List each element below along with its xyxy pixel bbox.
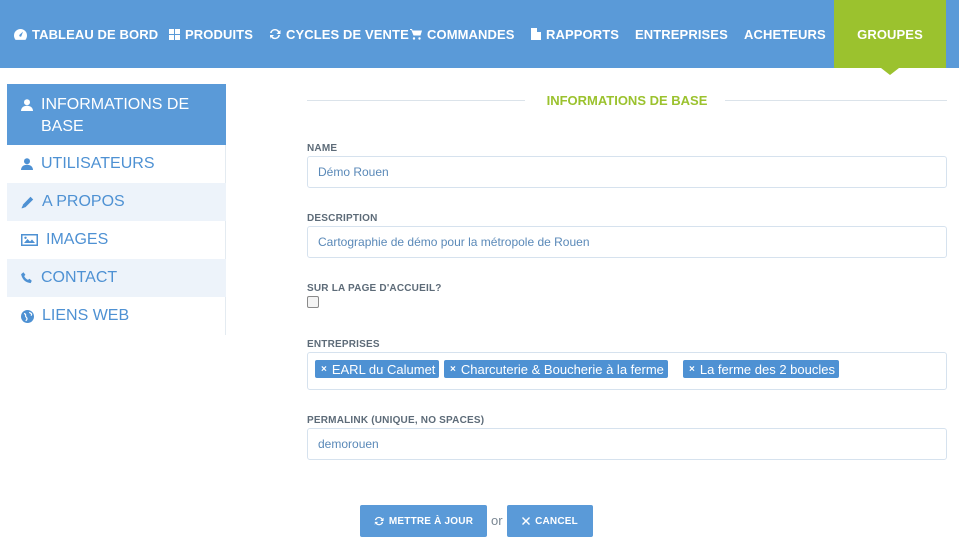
nav-item-label: PRODUITS — [185, 26, 253, 42]
homepage-checkbox[interactable] — [307, 296, 319, 308]
nav-item-orders[interactable]: COMMANDES — [410, 0, 515, 68]
grid-icon — [169, 28, 180, 40]
company-tag-label: EARL du Calumet — [331, 361, 436, 377]
pencil-icon — [21, 196, 34, 208]
permalink-input[interactable]: demorouen — [307, 428, 947, 460]
nav-item-label: RAPPORTS — [546, 26, 620, 42]
sidebar-item-label: IMAGES — [46, 231, 109, 248]
nav-item-dashboard[interactable]: TABLEAU DE BORD — [14, 0, 158, 68]
name-input[interactable]: Démo Rouen — [307, 156, 947, 188]
description-value: Cartographie de démo pour la métropole d… — [318, 235, 590, 249]
or-separator: or — [491, 513, 503, 528]
sidebar-item-images[interactable]: IMAGES — [7, 221, 226, 259]
sidebar-item-basic-info[interactable]: INFORMATIONS DE BASE — [7, 84, 226, 145]
close-icon — [522, 517, 531, 525]
cart-icon — [410, 28, 422, 40]
sidebar-item-label: A PROPOS — [42, 193, 125, 210]
nav-item-products[interactable]: PRODUITS — [169, 0, 253, 68]
description-input[interactable]: Cartographie de démo pour la métropole d… — [307, 226, 947, 258]
sidebar-item-label: INFORMATIONS DE BASE — [41, 96, 190, 135]
sidebar-item-contact[interactable]: CONTACT — [7, 259, 226, 297]
nav-item-sales-cycles[interactable]: CYCLES DE VENTE — [269, 0, 409, 68]
company-tag: × EARL du Calumet — [315, 360, 440, 378]
cancel-button[interactable]: CANCEL — [507, 505, 593, 537]
remove-tag-icon[interactable]: × — [321, 364, 327, 375]
user-icon — [21, 158, 33, 170]
cancel-button-label: CANCEL — [535, 515, 578, 527]
company-tag-label: La ferme des 2 boucles — [699, 361, 835, 377]
sidebar-item-users[interactable]: UTILISATEURS — [7, 145, 226, 183]
update-button[interactable]: METTRE À JOUR — [360, 505, 487, 537]
company-tag-label: Charcuterie & Boucherie à la ferme — [460, 361, 664, 377]
sidebar-item-label: UTILISATEURS — [41, 155, 155, 172]
sidebar: INFORMATIONS DE BASE UTILISATEURS A PROP… — [7, 84, 226, 335]
permalink-label: PERMALINK (UNIQUE, NO SPACES) — [307, 415, 485, 426]
companies-tag-input[interactable]: × EARL du Calumet × Charcuterie & Bouche… — [307, 352, 947, 390]
company-tag: × Charcuterie & Boucherie à la ferme — [444, 360, 668, 378]
remove-tag-icon[interactable]: × — [689, 364, 695, 375]
nav-item-label: COMMANDES — [427, 26, 515, 42]
nav-item-label: ACHETEURS — [744, 26, 826, 42]
phone-icon — [21, 272, 32, 284]
nav-item-groups[interactable]: GROUPES — [834, 0, 946, 75]
nav-item-label: ENTREPRISES — [635, 26, 728, 42]
permalink-value: demorouen — [318, 437, 379, 451]
nav-item-label: TABLEAU DE BORD — [32, 26, 159, 42]
name-label: NAME — [307, 143, 338, 154]
sidebar-item-label: LIENS WEB — [42, 307, 130, 324]
dashboard-icon — [14, 28, 27, 40]
name-value: Démo Rouen — [318, 165, 389, 179]
remove-tag-icon[interactable]: × — [450, 364, 456, 375]
refresh-icon — [374, 516, 384, 526]
section-header: INFORMATIONS DE BASE — [307, 90, 947, 112]
homepage-label: SUR LA PAGE D'ACCUEIL? — [307, 283, 442, 294]
companies-label: ENTREPRISES — [307, 339, 380, 350]
sidebar-item-label: CONTACT — [41, 269, 118, 286]
nav-item-label: GROUPES — [857, 26, 923, 42]
sidebar-item-web-links[interactable]: LIENS WEB — [7, 297, 226, 335]
user-icon — [21, 99, 33, 111]
nav-item-label: CYCLES DE VENTE — [286, 26, 409, 42]
globe-icon — [21, 309, 34, 323]
top-navigation: TABLEAU DE BORD PRODUITS CYCLES DE VENTE… — [0, 0, 959, 75]
nav-item-companies[interactable]: ENTREPRISES — [635, 0, 728, 68]
active-caret — [881, 68, 899, 75]
image-icon — [21, 234, 38, 246]
sidebar-item-about[interactable]: A PROPOS — [7, 183, 226, 221]
file-icon — [531, 28, 541, 40]
description-label: DESCRIPTION — [307, 213, 378, 224]
refresh-icon — [270, 28, 281, 40]
update-button-label: METTRE À JOUR — [388, 515, 474, 527]
nav-item-reports[interactable]: RAPPORTS — [531, 0, 619, 68]
nav-item-buyers[interactable]: ACHETEURS — [744, 0, 826, 68]
company-tag: × La ferme des 2 boucles — [683, 360, 839, 378]
divider — [725, 100, 947, 101]
